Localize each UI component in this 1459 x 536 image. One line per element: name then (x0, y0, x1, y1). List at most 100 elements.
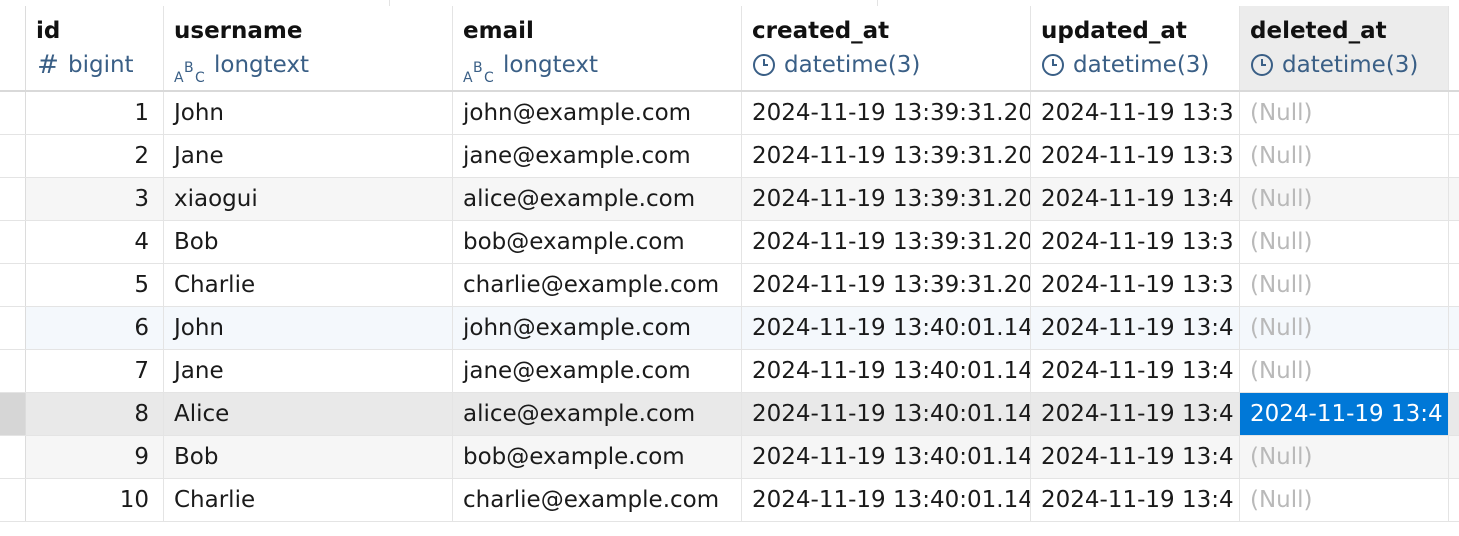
row-selector[interactable] (0, 135, 26, 177)
cell-email[interactable]: jane@example.com (453, 350, 742, 392)
cell-created-at[interactable]: 2024-11-19 13:40:01.14 (742, 307, 1031, 349)
cell-value: John (174, 100, 225, 126)
cell-updated-at[interactable]: 2024-11-19 13:4 (1031, 393, 1240, 435)
cell-created-at[interactable]: 2024-11-19 13:39:31.20 (742, 92, 1031, 134)
cell-id[interactable]: 8 (26, 393, 164, 435)
cell-updated-at[interactable]: 2024-11-19 13:3 (1031, 221, 1240, 263)
table-row[interactable]: 7 Jane jane@example.com 2024-11-19 13:40:01… (0, 350, 1459, 393)
column-header-created-at[interactable]: created_at datetime(3) (742, 6, 1031, 90)
cell-updated-at[interactable]: 2024-11-19 13:4 (1031, 479, 1240, 521)
column-header-username[interactable]: username ABC longtext (164, 6, 453, 90)
table-row[interactable]: 2 Jane jane@example.com 2024-11-19 13:39:31… (0, 135, 1459, 178)
cell-id[interactable]: 6 (26, 307, 164, 349)
cell-value: (Null) (1250, 143, 1313, 169)
cell-id[interactable]: 4 (26, 221, 164, 263)
cell-email[interactable]: bob@example.com (453, 436, 742, 478)
cell-updated-at[interactable]: 2024-11-19 13:3 (1031, 92, 1240, 134)
cell-created-at[interactable]: 2024-11-19 13:39:31.20 (742, 135, 1031, 177)
table-row[interactable]: 10 Charlie charlie@example.com 2024-11-19 1… (0, 479, 1459, 522)
table-row[interactable]: 8 Alice alice@example.com 2024-11-19 13:40:… (0, 393, 1459, 436)
cell-deleted-at[interactable]: (Null) (1240, 479, 1449, 521)
cell-username[interactable]: Bob (164, 221, 453, 263)
table-row[interactable]: 5 Charlie charlie@example.com 2024-11-19 13… (0, 264, 1459, 307)
table-row[interactable]: 6 John john@example.com 2024-11-19 13:40:01… (0, 307, 1459, 350)
cell-value: john@example.com (463, 100, 692, 126)
cell-username[interactable]: Charlie (164, 479, 453, 521)
row-selector[interactable] (0, 350, 26, 392)
cell-username[interactable]: Alice (164, 393, 453, 435)
cell-email[interactable]: john@example.com (453, 307, 742, 349)
column-header-updated-at[interactable]: updated_at datetime(3) (1031, 6, 1240, 90)
cell-created-at[interactable]: 2024-11-19 13:40:01.14 (742, 350, 1031, 392)
cell-created-at[interactable]: 2024-11-19 13:39:31.20 (742, 221, 1031, 263)
cell-id[interactable]: 1 (26, 92, 164, 134)
cell-id[interactable]: 9 (26, 436, 164, 478)
cell-deleted-at[interactable]: (Null) (1240, 135, 1449, 177)
cell-username[interactable]: John (164, 92, 453, 134)
cell-deleted-at[interactable]: (Null) (1240, 178, 1449, 220)
cell-value: (Null) (1250, 229, 1313, 255)
cell-updated-at[interactable]: 2024-11-19 13:4 (1031, 307, 1240, 349)
cell-deleted-at[interactable]: (Null) (1240, 92, 1449, 134)
row-selector[interactable] (0, 393, 26, 435)
table-row[interactable]: 9 Bob bob@example.com 2024-11-19 13:40:01.1… (0, 436, 1459, 479)
cell-deleted-at-selected[interactable]: 2024-11-19 13:4 (1240, 393, 1449, 435)
cell-email[interactable]: charlie@example.com (453, 264, 742, 306)
table-row[interactable]: 4 Bob bob@example.com 2024-11-19 13:39:31.2… (0, 221, 1459, 264)
column-type: ABC longtext (463, 51, 598, 86)
cell-created-at[interactable]: 2024-11-19 13:40:01.14 (742, 479, 1031, 521)
cell-username[interactable]: John (164, 307, 453, 349)
table-row[interactable]: 3 xiaogui alice@example.com 2024-11-19 13:3… (0, 178, 1459, 221)
cell-updated-at[interactable]: 2024-11-19 13:4 (1031, 178, 1240, 220)
cell-value: Jane (174, 143, 224, 169)
cell-value: Charlie (174, 487, 256, 513)
cell-email[interactable]: john@example.com (453, 92, 742, 134)
cell-created-at[interactable]: 2024-11-19 13:39:31.20 (742, 264, 1031, 306)
column-type: # bigint (36, 51, 133, 79)
cell-value: charlie@example.com (463, 272, 720, 298)
cell-id[interactable]: 2 (26, 135, 164, 177)
cell-id[interactable]: 5 (26, 264, 164, 306)
column-name: id (36, 18, 61, 44)
cell-id[interactable]: 10 (26, 479, 164, 521)
cell-id[interactable]: 3 (26, 178, 164, 220)
cell-username[interactable]: xiaogui (164, 178, 453, 220)
row-selector[interactable] (0, 479, 26, 521)
cell-deleted-at[interactable]: (Null) (1240, 264, 1449, 306)
column-header-id[interactable]: id # bigint (26, 6, 164, 90)
cell-email[interactable]: bob@example.com (453, 221, 742, 263)
cell-created-at[interactable]: 2024-11-19 13:40:01.14 (742, 393, 1031, 435)
column-header-deleted-at[interactable]: deleted_at datetime(3) (1240, 6, 1449, 90)
cell-deleted-at[interactable]: (Null) (1240, 350, 1449, 392)
cell-updated-at[interactable]: 2024-11-19 13:3 (1031, 264, 1240, 306)
cell-created-at[interactable]: 2024-11-19 13:39:31.20 (742, 178, 1031, 220)
row-selector[interactable] (0, 436, 26, 478)
cell-email[interactable]: alice@example.com (453, 393, 742, 435)
row-selector[interactable] (0, 178, 26, 220)
cell-username[interactable]: Jane (164, 350, 453, 392)
cell-deleted-at[interactable]: (Null) (1240, 221, 1449, 263)
row-selector[interactable] (0, 307, 26, 349)
row-selector[interactable] (0, 264, 26, 306)
cell-id[interactable]: 7 (26, 350, 164, 392)
data-grid[interactable]: id # bigint username ABC longtext email … (0, 6, 1459, 522)
cell-email[interactable]: jane@example.com (453, 135, 742, 177)
cell-updated-at[interactable]: 2024-11-19 13:4 (1031, 436, 1240, 478)
cell-created-at[interactable]: 2024-11-19 13:40:01.14 (742, 436, 1031, 478)
cell-value: 2024-11-19 13:3 (1041, 229, 1234, 255)
table-row[interactable]: 1 John john@example.com 2024-11-19 13:39:31… (0, 92, 1459, 135)
column-header-email[interactable]: email ABC longtext (453, 6, 742, 90)
cell-username[interactable]: Charlie (164, 264, 453, 306)
cell-username[interactable]: Jane (164, 135, 453, 177)
cell-value: john@example.com (463, 315, 692, 341)
cell-email[interactable]: charlie@example.com (453, 479, 742, 521)
cell-deleted-at[interactable]: (Null) (1240, 436, 1449, 478)
row-selector[interactable] (0, 92, 26, 134)
row-selector[interactable] (0, 221, 26, 263)
cell-email[interactable]: alice@example.com (453, 178, 742, 220)
cell-deleted-at[interactable]: (Null) (1240, 307, 1449, 349)
cell-updated-at[interactable]: 2024-11-19 13:3 (1031, 135, 1240, 177)
cell-updated-at[interactable]: 2024-11-19 13:4 (1031, 350, 1240, 392)
cell-username[interactable]: Bob (164, 436, 453, 478)
row-selector-header[interactable] (0, 6, 26, 90)
